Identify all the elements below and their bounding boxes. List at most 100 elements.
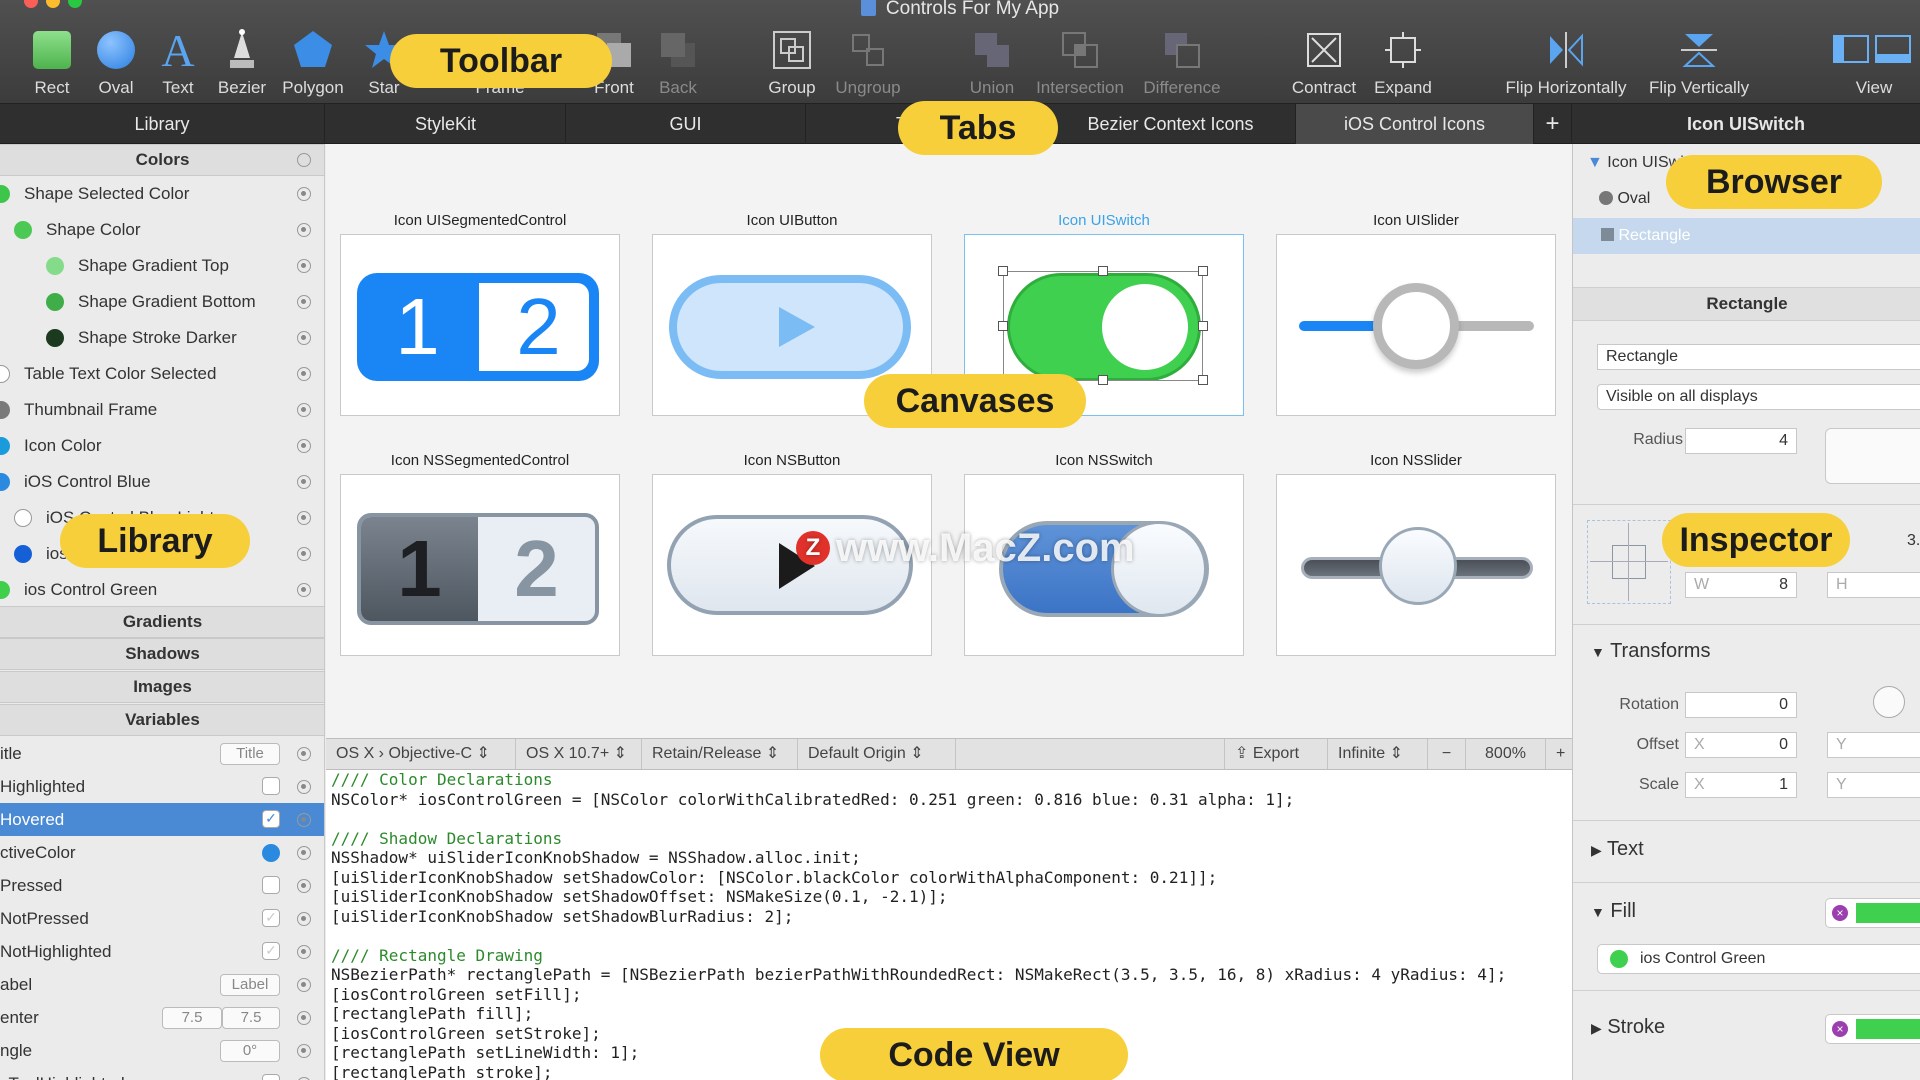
tab-gui[interactable]: GUI [566,104,806,144]
library-variable-item[interactable]: ctiveColor [0,836,324,869]
text-section[interactable]: ▶ Text [1591,838,1644,861]
variable-value-field[interactable]: 0° [220,1040,280,1062]
export-button[interactable]: ⇪ Export [1224,739,1328,769]
library-section-images[interactable]: Images [0,671,324,703]
toolbar-flip-horizontally-button[interactable]: Flip Horizontally [1506,26,1626,98]
resize-handle[interactable] [1198,321,1208,331]
resize-handle[interactable] [1098,266,1108,276]
library-variable-item[interactable]: Pressed [0,869,324,902]
resize-handle[interactable] [998,321,1008,331]
variable-value-field[interactable]: Label [220,974,280,996]
library-section-shadows[interactable]: Shadows [0,638,324,670]
library-section-variables[interactable]: Variables [0,704,324,736]
zoom-in-button[interactable]: + [1546,739,1572,769]
stroke-section[interactable]: ▶ Stroke [1591,1016,1665,1039]
library-variable-item[interactable]: enter 7.5 7.5 [0,1001,324,1034]
variable-x-field[interactable]: 7.5 [162,1007,222,1029]
toolbar-difference-button[interactable]: Difference [1142,26,1222,98]
library-color-item[interactable]: ios Control Green [0,572,324,608]
variable-checkbox[interactable]: ✓ [262,942,280,960]
origin-select[interactable]: Default Origin ⇕ [798,739,956,769]
rotation-field[interactable]: 0 [1685,692,1797,718]
corner-radius-picker[interactable] [1825,428,1920,484]
resize-handle[interactable] [1198,266,1208,276]
library-section-colors[interactable]: Colors [0,144,324,176]
toolbar-group-button[interactable]: Group [752,26,832,98]
variable-checkbox[interactable]: ✓ [262,909,280,927]
transforms-section[interactable]: ▼ Transforms [1591,640,1710,663]
radius-field[interactable]: 4 [1685,428,1797,454]
zoom-out-button[interactable]: − [1428,739,1466,769]
library-color-item[interactable]: Icon Color [0,428,324,464]
fill-color-select[interactable]: ios Control Green [1597,944,1920,974]
library-color-item[interactable]: Shape Selected Color [0,176,324,212]
library-variable-item[interactable]: Highlighted [0,770,324,803]
remove-stroke-icon[interactable]: × [1832,1021,1848,1037]
toolbar-contract-button[interactable]: Contract [1284,26,1364,98]
library-color-item[interactable]: Shape Gradient Bottom [0,284,324,320]
browser-item-rectangle[interactable]: Rectangle [1573,218,1920,254]
library-variable-item[interactable]: NotHighlighted ✓ [0,935,324,968]
library-variable-item[interactable]: ngle 0° [0,1034,324,1067]
library-color-item[interactable]: Shape Stroke Darker [0,320,324,356]
toolbar-expand-button[interactable]: Expand [1363,26,1443,98]
size-anchor-widget[interactable] [1587,520,1671,604]
usage-indicator-icon [297,439,311,453]
library-variable-item[interactable]: itle Title [0,737,324,770]
browser-item-oval[interactable]: Oval [1599,186,1650,212]
library-variable-item[interactable]: NotPressed ✓ [0,902,324,935]
tab-stylekit[interactable]: StyleKit [326,104,566,144]
offset-x-field[interactable]: X0 [1685,732,1797,758]
resize-handle[interactable] [1198,375,1208,385]
offset-y-field[interactable]: Y [1827,732,1920,758]
toolbar-bezier-button[interactable]: Bezier [202,26,282,98]
stroke-color-well[interactable]: × [1825,1014,1920,1044]
library-variable-item[interactable]: abel Label [0,968,324,1001]
library-color-item[interactable]: Table Text Color Selected [0,356,324,392]
library-color-item[interactable]: Shape Color [0,212,324,248]
variable-y-field[interactable]: 7.5 [222,1007,280,1029]
scale-x-field[interactable]: X1 [1685,772,1797,798]
canvas-ui-segmented-control[interactable]: 1 2 [340,234,620,416]
variable-checkbox[interactable] [262,777,280,795]
toolbar-back-button[interactable]: Back [638,26,718,98]
canvas-ns-slider[interactable] [1276,474,1556,656]
height-field[interactable]: H [1827,572,1920,598]
library-color-item[interactable]: Shape Gradient Top [0,248,324,284]
rotation-dial[interactable] [1873,686,1905,718]
scale-y-field[interactable]: Y [1827,772,1920,798]
library-variable-item[interactable]: Hovered ✓ [0,803,324,836]
remove-fill-icon[interactable]: × [1832,905,1848,921]
visibility-select[interactable]: Visible on all displays [1597,384,1920,410]
memory-select[interactable]: Retain/Release ⇕ [642,739,798,769]
tab-bezier-context-icons[interactable]: Bezier Context Icons [1046,104,1296,144]
target-select[interactable]: OS X 10.7+ ⇕ [516,739,642,769]
add-tab-button[interactable]: + [1534,104,1572,144]
fill-section[interactable]: ▼ Fill [1591,900,1636,923]
library-color-item[interactable]: iOS Control Blue [0,464,324,500]
toolbar-polygon-button[interactable]: Polygon [273,26,353,98]
toolbar-union-button[interactable]: Union [952,26,1032,98]
toolbar-view-button[interactable]: View [1833,26,1914,98]
resize-handle[interactable] [998,266,1008,276]
toolbar-flip-vertically-button[interactable]: Flip Vertically [1649,26,1749,98]
canvas-ui-slider[interactable] [1276,234,1556,416]
tab-ios-control-icons[interactable]: iOS Control Icons [1296,104,1534,144]
toolbar-intersection-button[interactable]: Intersection [1036,26,1124,98]
width-field[interactable]: W8 [1685,572,1797,598]
library-section-gradients[interactable]: Gradients [0,606,324,638]
color-swatch[interactable] [262,844,280,862]
variable-checkbox[interactable]: ✓ [262,810,280,828]
shape-name-field[interactable]: Rectangle [1597,344,1920,370]
fill-color-well[interactable]: × [1825,898,1920,928]
variable-value-field[interactable]: Title [220,743,280,765]
toolbar-ungroup-button[interactable]: Ungroup [828,26,908,98]
variable-checkbox[interactable] [262,876,280,894]
variable-checkbox[interactable] [262,1074,280,1080]
export-mode-select[interactable]: Infinite ⇕ [1328,739,1428,769]
library-color-item[interactable]: Thumbnail Frame [0,392,324,428]
library-variable-item[interactable]: sToolHighlighted [0,1067,324,1080]
resize-handle[interactable] [1098,375,1108,385]
platform-language-select[interactable]: OS X › Objective-C ⇕ [326,739,516,769]
canvas-ns-segmented-control[interactable]: 1 2 [340,474,620,656]
